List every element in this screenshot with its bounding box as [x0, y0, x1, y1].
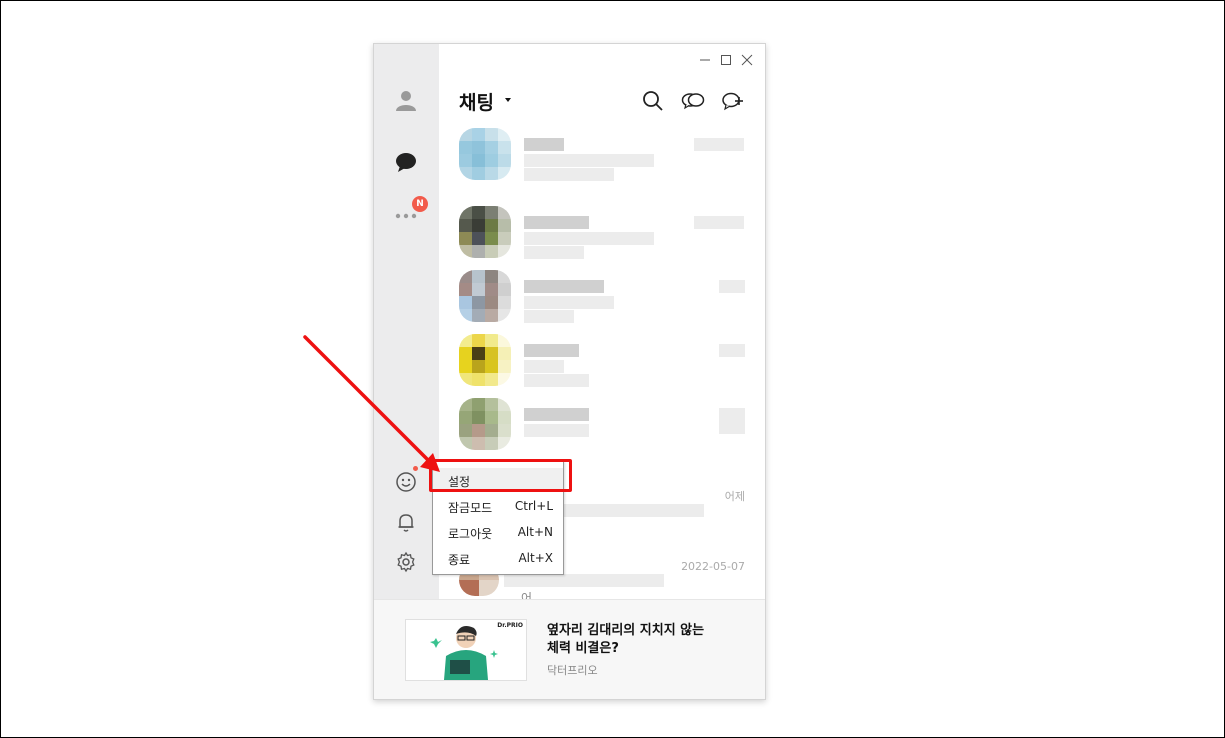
annotation-arrow — [303, 335, 440, 472]
